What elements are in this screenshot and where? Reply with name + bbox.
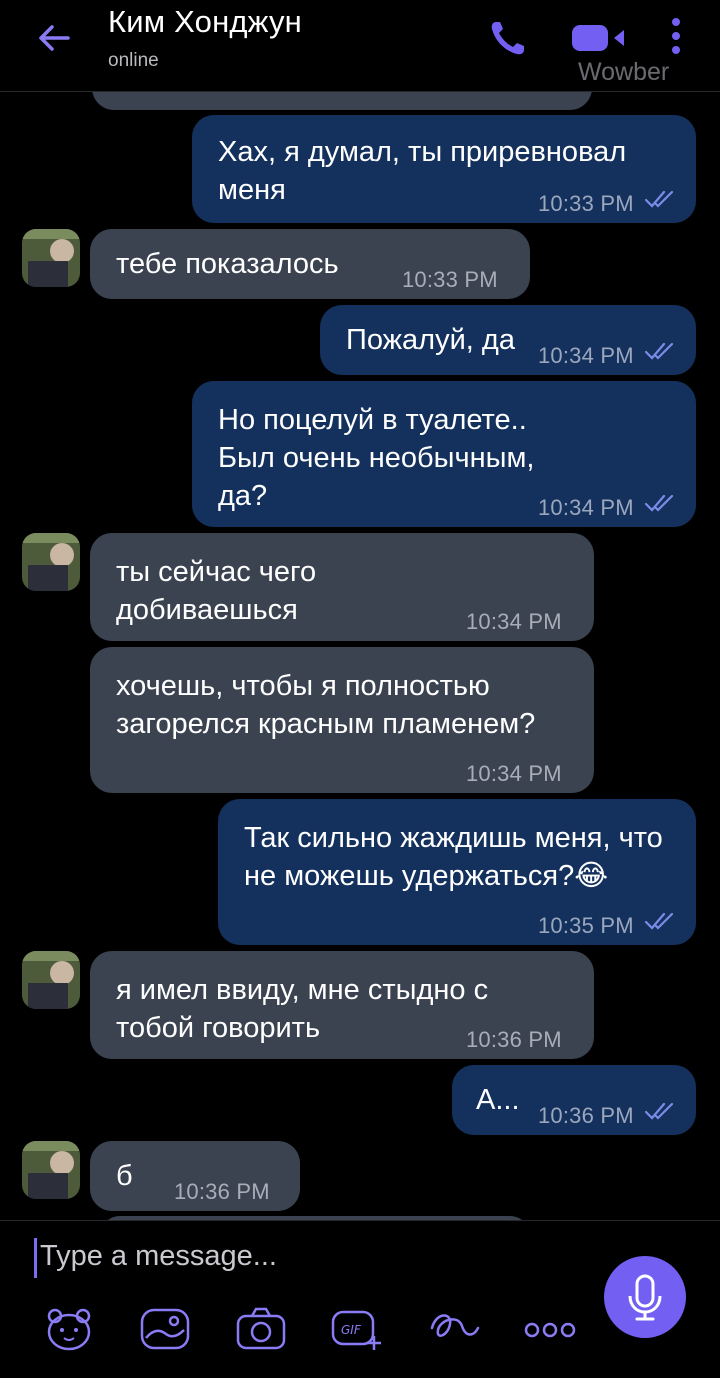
message-bubble-outgoing[interactable]: Так сильно жаждишь меня, что не можешь у…: [218, 799, 696, 945]
sticker-bear-icon[interactable]: [44, 1306, 94, 1352]
camera-icon[interactable]: [234, 1306, 288, 1352]
message-list: Хах, я думал, ты приревновал меня 10:33 …: [0, 0, 720, 1220]
microphone-icon: [628, 1274, 662, 1321]
message-text: Но поцелуй в туалете.. Был очень необычн…: [218, 404, 535, 512]
more-vertical-icon[interactable]: [664, 16, 688, 56]
read-ticks-icon: [644, 912, 674, 930]
message-text: ты сейчас чего добиваешься: [116, 556, 317, 626]
message-bubble-outgoing[interactable]: Хах, я думал, ты приревновал меня 10:33 …: [192, 115, 696, 223]
message-bubble-outgoing[interactable]: А... 10:36 PM: [452, 1065, 696, 1135]
image-gallery-icon[interactable]: [138, 1306, 192, 1352]
message-time: 10:36 PM: [538, 1103, 634, 1128]
message-time: 10:36 PM: [174, 1179, 270, 1204]
read-ticks-icon: [644, 342, 674, 360]
contact-avatar[interactable]: [22, 533, 80, 591]
message-bubble-outgoing[interactable]: Но поцелуй в туалете.. Был очень необычн…: [192, 381, 696, 527]
contact-avatar[interactable]: [22, 951, 80, 1009]
message-time: 10:34 PM: [538, 495, 634, 520]
video-call-icon[interactable]: [570, 22, 630, 54]
message-bubble-incoming[interactable]: ты сейчас чего добиваешься 10:34 PM: [90, 533, 594, 641]
watermark: Wowber: [578, 58, 670, 86]
contact-name[interactable]: Ким Хонджун: [108, 4, 302, 40]
message-time: 10:34 PM: [466, 761, 562, 786]
text-cursor: [34, 1238, 37, 1278]
online-status: online: [108, 50, 159, 71]
gif-icon[interactable]: GIF: [330, 1306, 382, 1352]
message-time: 10:33 PM: [538, 191, 634, 216]
contact-avatar[interactable]: [22, 1141, 80, 1199]
contact-avatar[interactable]: [22, 229, 80, 287]
microphone-button[interactable]: [604, 1256, 686, 1338]
read-ticks-icon: [644, 1102, 674, 1120]
message-time: 10:36 PM: [466, 1027, 562, 1052]
message-time: 10:34 PM: [538, 343, 634, 368]
chat-header: Ким Хонджун online Wowber: [0, 0, 720, 92]
message-time: 10:33 PM: [402, 267, 498, 292]
read-ticks-icon: [644, 494, 674, 512]
doodle-icon[interactable]: [428, 1306, 482, 1352]
read-ticks-icon: [644, 190, 674, 208]
message-bubble-incoming[interactable]: тебе показалось 10:33 PM: [90, 229, 530, 299]
message-bubble-incoming[interactable]: б 10:36 PM: [90, 1141, 300, 1211]
phone-icon[interactable]: [486, 16, 530, 60]
message-bubble-incoming[interactable]: я имел ввиду, мне стыдно с тобой говорит…: [90, 951, 594, 1059]
message-text: хочешь, чтобы я полностью загорелся крас…: [116, 670, 536, 740]
message-input[interactable]: Type a message...: [40, 1240, 277, 1273]
back-arrow-icon[interactable]: [34, 18, 74, 58]
message-bubble-outgoing[interactable]: Пожалуй, да 10:34 PM: [320, 305, 696, 375]
message-time: 10:35 PM: [538, 913, 634, 938]
message-text: Так сильно жаждишь меня, что не можешь у…: [244, 822, 663, 892]
svg-text:GIF: GIF: [341, 1323, 362, 1337]
message-bubble-incoming[interactable]: хочешь, чтобы я полностью загорелся крас…: [90, 647, 594, 793]
more-horizontal-icon[interactable]: [524, 1320, 576, 1340]
message-time: 10:34 PM: [466, 609, 562, 634]
